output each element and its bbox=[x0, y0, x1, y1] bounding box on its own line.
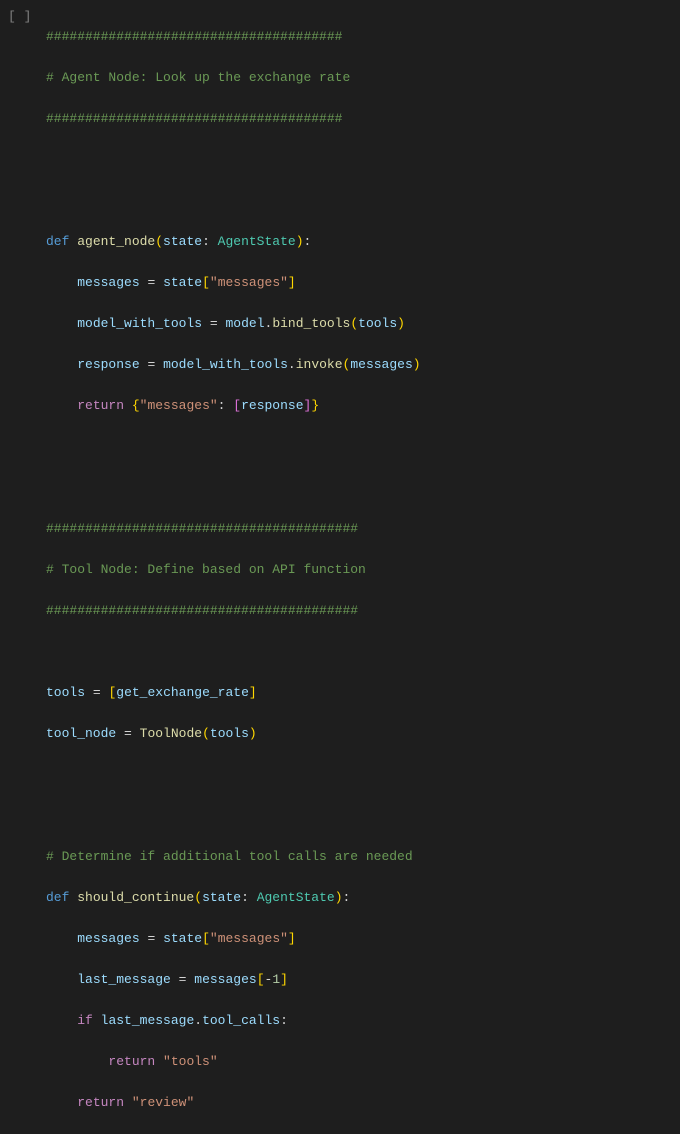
keyword-if: if bbox=[77, 1013, 93, 1028]
method-call: bind_tools bbox=[272, 316, 350, 331]
type-annotation: AgentState bbox=[257, 890, 335, 905]
variable: model_with_tools bbox=[77, 316, 202, 331]
keyword-return: return bbox=[108, 1054, 155, 1069]
variable: tools bbox=[358, 316, 397, 331]
class-call: ToolNode bbox=[140, 726, 202, 741]
variable: get_exchange_rate bbox=[116, 685, 249, 700]
variable: last_message bbox=[101, 1013, 195, 1028]
keyword-def: def bbox=[46, 234, 69, 249]
variable: messages bbox=[77, 931, 139, 946]
number-literal: 1 bbox=[272, 972, 280, 987]
string-literal: "messages" bbox=[210, 275, 288, 290]
variable: messages bbox=[77, 275, 139, 290]
keyword-return: return bbox=[77, 1095, 124, 1110]
string-literal: "messages" bbox=[140, 398, 218, 413]
string-literal: "review" bbox=[132, 1095, 194, 1110]
cell-execute-marker[interactable]: [ ] bbox=[8, 7, 31, 28]
comment-line: # Tool Node: Define based on API functio… bbox=[46, 562, 366, 577]
variable: last_message bbox=[77, 972, 171, 987]
comment-line: # Agent Node: Look up the exchange rate bbox=[46, 70, 350, 85]
func-name: agent_node bbox=[77, 234, 155, 249]
code-editor[interactable]: ###################################### #… bbox=[0, 6, 680, 1134]
keyword-return: return bbox=[77, 398, 124, 413]
keyword-def: def bbox=[46, 890, 69, 905]
param: state bbox=[202, 890, 241, 905]
variable: response bbox=[241, 398, 303, 413]
variable: state bbox=[163, 275, 202, 290]
comment-hash-line: ######################################## bbox=[46, 521, 358, 536]
variable: tool_node bbox=[46, 726, 116, 741]
func-name: should_continue bbox=[77, 890, 194, 905]
comment-hash-line: ######################################## bbox=[46, 603, 358, 618]
attribute: tool_calls bbox=[202, 1013, 280, 1028]
comment-hash-line: ###################################### bbox=[46, 29, 342, 44]
variable: tools bbox=[210, 726, 249, 741]
variable: response bbox=[77, 357, 139, 372]
variable: model bbox=[225, 316, 264, 331]
param: state bbox=[163, 234, 202, 249]
variable: messages bbox=[194, 972, 256, 987]
method-call: invoke bbox=[296, 357, 343, 372]
variable: messages bbox=[350, 357, 412, 372]
variable: state bbox=[163, 931, 202, 946]
comment-line: # Determine if additional tool calls are… bbox=[46, 849, 413, 864]
variable: model_with_tools bbox=[163, 357, 288, 372]
string-literal: "messages" bbox=[210, 931, 288, 946]
comment-hash-line: ###################################### bbox=[46, 111, 342, 126]
variable: tools bbox=[46, 685, 85, 700]
type-annotation: AgentState bbox=[218, 234, 296, 249]
string-literal: "tools" bbox=[163, 1054, 218, 1069]
